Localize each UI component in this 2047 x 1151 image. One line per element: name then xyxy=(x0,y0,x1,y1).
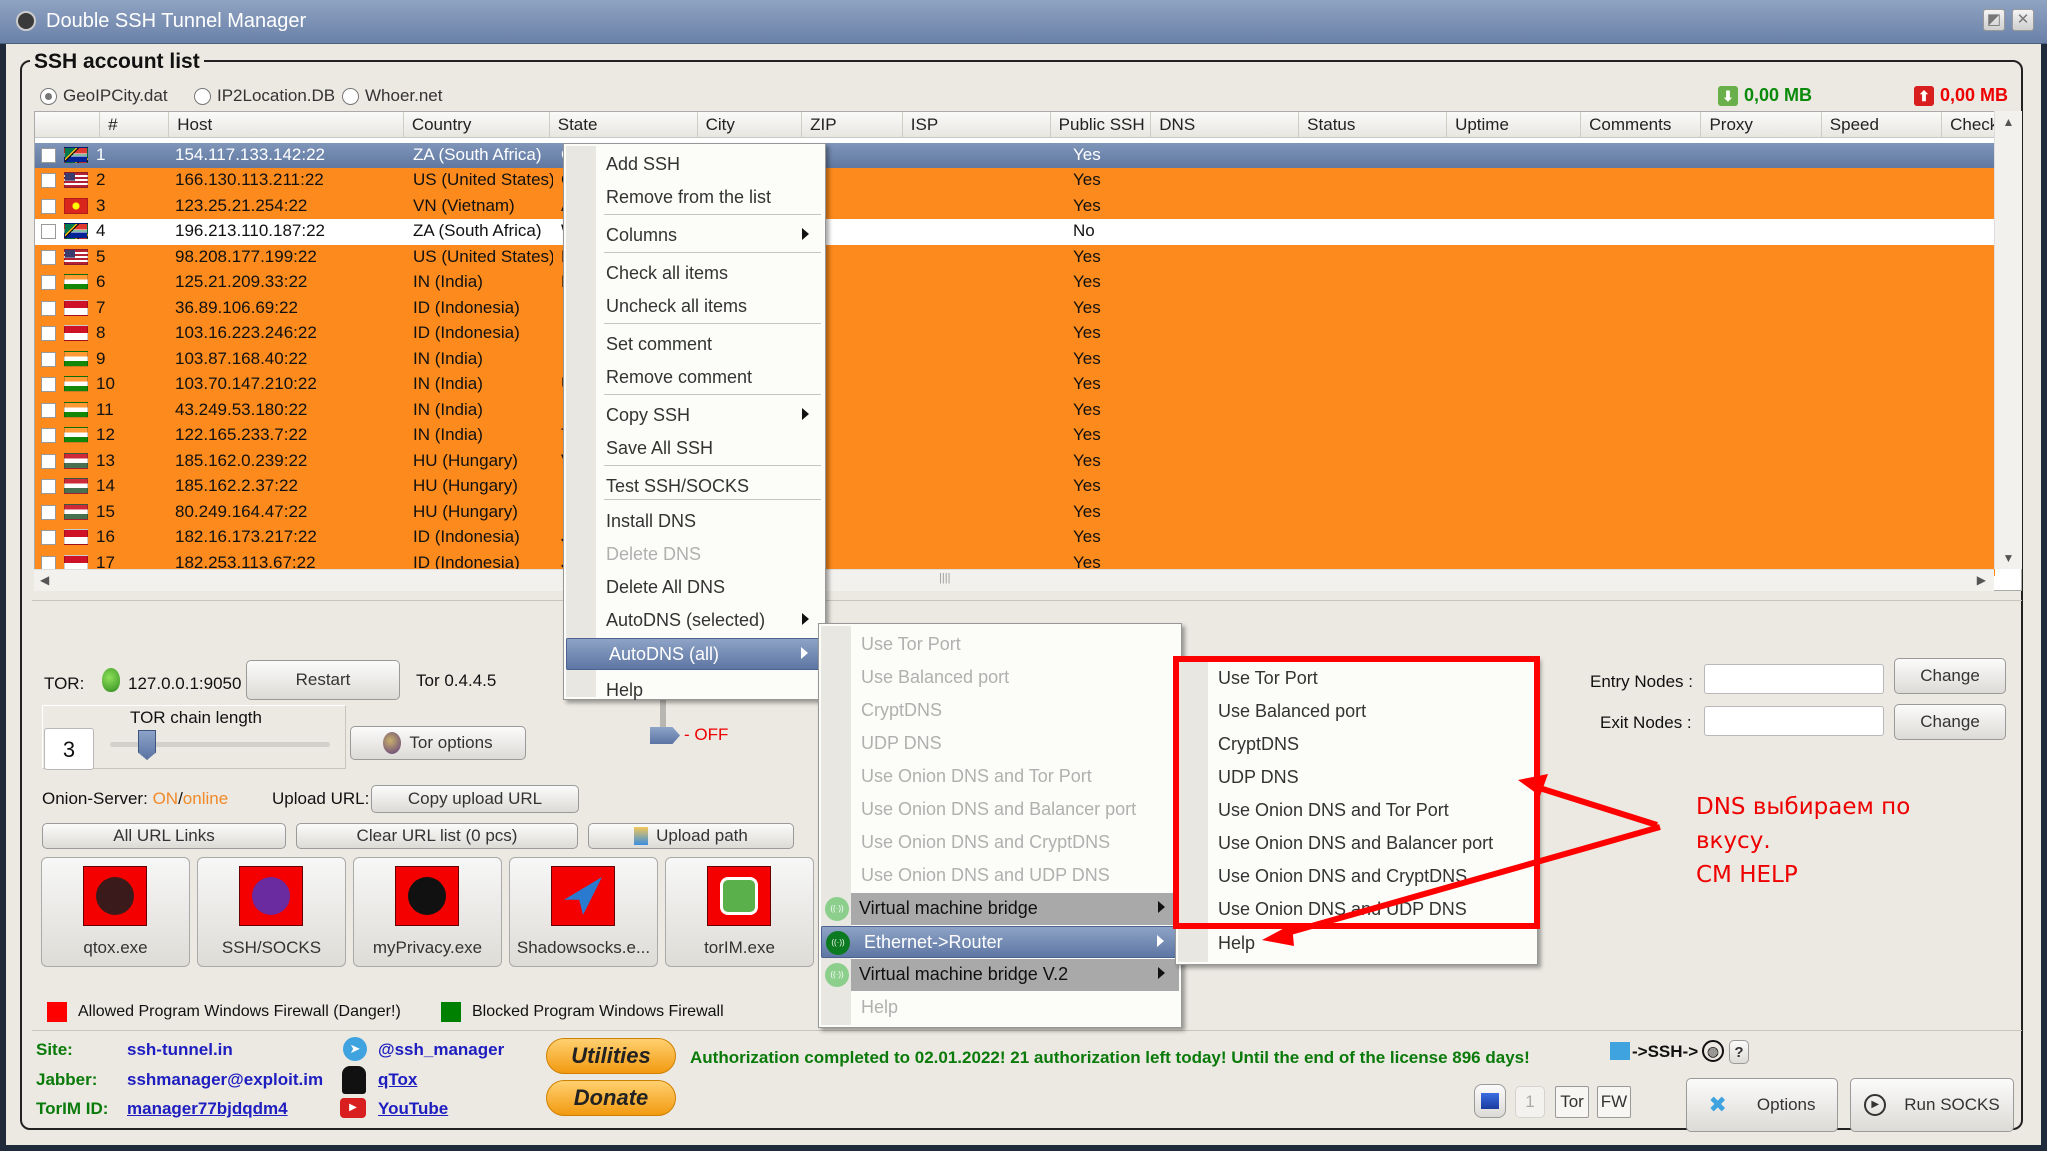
annotation-arrow-lower xyxy=(1279,824,1661,938)
annotation-line-1: DNS выбираем по xyxy=(1696,794,1911,820)
annotation-arrowhead-lower xyxy=(1262,924,1294,946)
annotation-text: DNS выбираем по вкусу. CM HELP xyxy=(1696,790,1910,892)
annotation-arrow-upper xyxy=(1529,782,1658,828)
annotation-line-2: вкусу. xyxy=(1696,828,1771,854)
annotation-arrowhead-upper xyxy=(1518,774,1548,796)
annotation-arrows xyxy=(1262,774,1661,946)
annotation-line-3: CM HELP xyxy=(1696,862,1798,888)
